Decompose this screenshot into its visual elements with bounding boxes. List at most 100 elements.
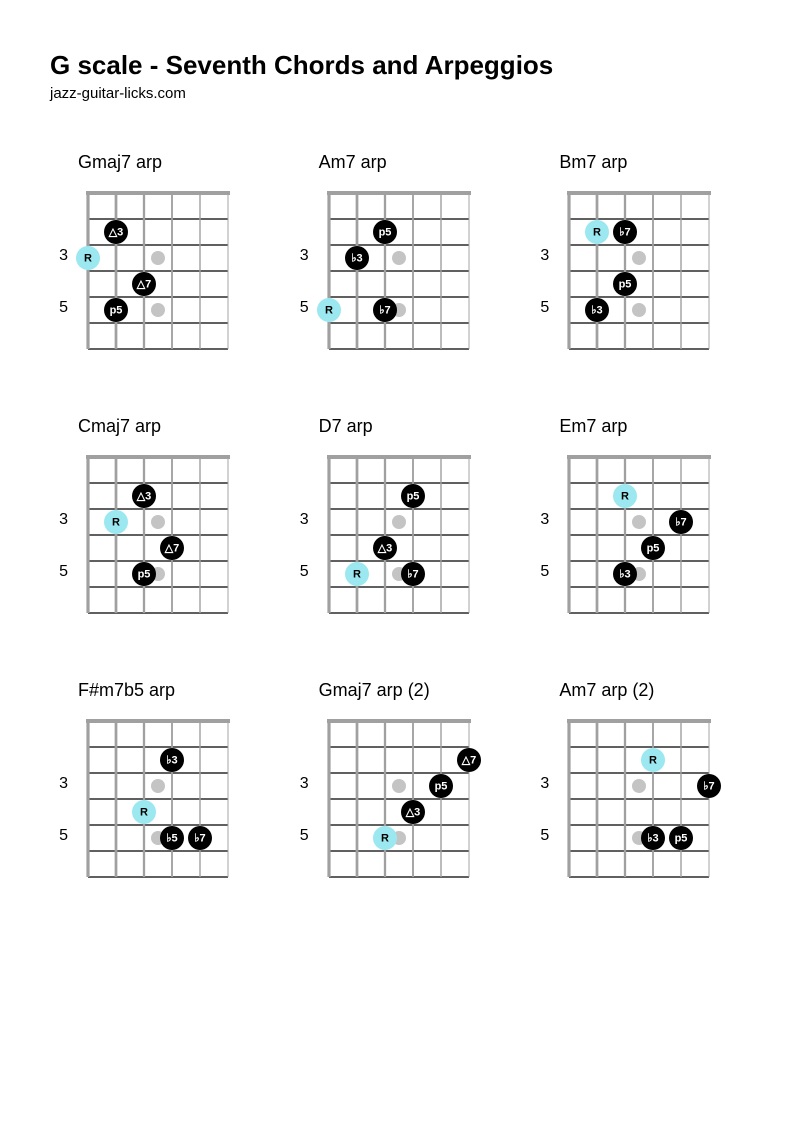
fret-label — [291, 585, 309, 611]
note-label: R — [325, 305, 333, 317]
chord-diagram: D7 arp35R△3p5♭7 — [291, 416, 502, 620]
note-label: ♭3 — [592, 305, 603, 317]
fret-label — [291, 533, 309, 559]
note-label: R — [353, 569, 361, 581]
note-label: p5 — [619, 279, 632, 291]
fret-marker — [392, 515, 406, 529]
chord-diagram: Em7 arp35R♭3p5♭7 — [531, 416, 742, 620]
fret-label: 3 — [50, 771, 68, 797]
fret-label — [531, 269, 549, 295]
fretboard: R♭3♭5♭7 — [74, 719, 242, 879]
fret-label — [50, 849, 68, 875]
fret-marker — [632, 251, 646, 265]
fretboard: R△3p5♭7 — [315, 455, 483, 615]
fretboard: R♭3p5♭7 — [555, 719, 723, 879]
fret-label: 5 — [531, 295, 549, 321]
note-label: p5 — [647, 543, 660, 555]
fret-labels: 35 — [531, 455, 549, 611]
note-label: R — [381, 833, 389, 845]
page-subtitle: jazz-guitar-licks.com — [50, 85, 742, 102]
fret-marker — [632, 303, 646, 317]
chord-name: Em7 arp — [559, 416, 742, 437]
note-label: p5 — [378, 227, 391, 239]
chord-diagram: Gmaj7 arp35R△3△7p5 — [50, 152, 261, 356]
fret-label — [531, 321, 549, 347]
note-label: p5 — [406, 491, 419, 503]
chord-diagram: Am7 arp35R♭3p5♭7 — [291, 152, 502, 356]
fret-marker — [151, 251, 165, 265]
fret-label: 5 — [531, 559, 549, 585]
note-label: ♭7 — [676, 517, 687, 529]
fret-label — [291, 797, 309, 823]
fret-labels: 35 — [50, 719, 68, 875]
note-label: p5 — [434, 781, 447, 793]
diagram-grid: Gmaj7 arp35R△3△7p5Am7 arp35R♭3p5♭7Bm7 ar… — [50, 152, 742, 884]
fret-label — [531, 719, 549, 745]
fret-marker — [151, 515, 165, 529]
fret-marker — [632, 515, 646, 529]
fret-label — [50, 719, 68, 745]
note-label: p5 — [110, 305, 123, 317]
fret-marker — [151, 303, 165, 317]
fret-label: 5 — [50, 295, 68, 321]
note-label: ♭7 — [704, 781, 715, 793]
note-label: R — [621, 491, 629, 503]
page-title: G scale - Seventh Chords and Arpeggios — [50, 50, 742, 81]
note-label: △7 — [164, 543, 180, 555]
fret-label — [50, 455, 68, 481]
fretboard: R♭7p5♭3 — [555, 191, 723, 351]
fret-label — [291, 455, 309, 481]
note-label: △3 — [376, 543, 392, 555]
chord-diagram: Gmaj7 arp (2)35R△3p5△7 — [291, 680, 502, 884]
note-label: △7 — [136, 279, 152, 291]
note-label: ♭3 — [620, 569, 631, 581]
chord-diagram: F#m7b5 arp35R♭3♭5♭7 — [50, 680, 261, 884]
note-label: ♭7 — [194, 833, 205, 845]
note-label: p5 — [138, 569, 151, 581]
fret-label — [50, 191, 68, 217]
chord-diagram: Am7 arp (2)35R♭3p5♭7 — [531, 680, 742, 884]
note-label: R — [649, 755, 657, 767]
fretboard: R△3△7p5 — [74, 455, 242, 615]
fret-label — [50, 533, 68, 559]
fret-labels: 35 — [531, 191, 549, 347]
fret-label — [531, 797, 549, 823]
chord-name: F#m7b5 arp — [78, 680, 261, 701]
fret-label — [291, 191, 309, 217]
note-label: p5 — [675, 833, 688, 845]
fret-marker — [392, 251, 406, 265]
fret-labels: 35 — [531, 719, 549, 875]
fret-label: 3 — [531, 507, 549, 533]
fret-label: 3 — [291, 243, 309, 269]
fret-label — [50, 797, 68, 823]
fret-label: 5 — [291, 559, 309, 585]
note-label: ♭3 — [166, 755, 177, 767]
fret-label — [50, 585, 68, 611]
chord-name: Cmaj7 arp — [78, 416, 261, 437]
fret-label: 3 — [531, 771, 549, 797]
fret-labels: 35 — [50, 191, 68, 347]
fret-label: 3 — [50, 507, 68, 533]
chord-name: D7 arp — [319, 416, 502, 437]
chord-name: Gmaj7 arp — [78, 152, 261, 173]
fret-label — [531, 533, 549, 559]
fret-label — [531, 585, 549, 611]
note-label: ♭3 — [351, 253, 362, 265]
note-label: ♭5 — [166, 833, 177, 845]
fret-label — [291, 321, 309, 347]
fret-label: 5 — [291, 823, 309, 849]
fret-label: 5 — [50, 559, 68, 585]
fretboard: R ♭3 p5 ♭7 — [315, 191, 483, 351]
fretboard: R△3p5△7 — [315, 719, 483, 879]
fret-label: 3 — [291, 771, 309, 797]
fretboard: R△3△7p5 — [74, 191, 242, 351]
fret-label — [291, 481, 309, 507]
fret-label — [50, 481, 68, 507]
chord-name: Am7 arp (2) — [559, 680, 742, 701]
fret-label — [531, 217, 549, 243]
note-label: ♭7 — [379, 305, 390, 317]
fret-label — [531, 455, 549, 481]
fret-label — [291, 849, 309, 875]
note-label: R — [84, 253, 92, 265]
fret-label — [50, 269, 68, 295]
